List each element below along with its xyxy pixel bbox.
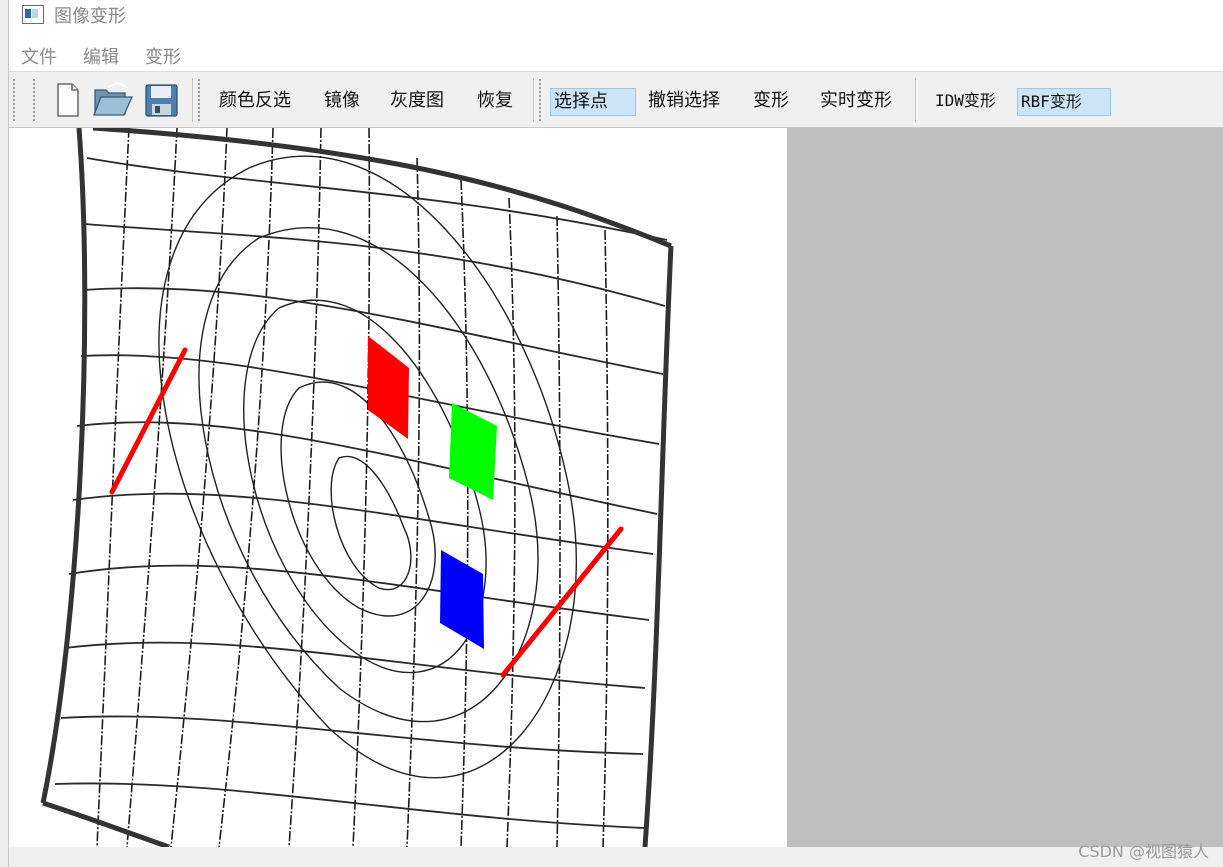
mirror-button[interactable]: 镜像	[321, 88, 363, 114]
menu-warp[interactable]: 变形	[145, 43, 181, 69]
invert-color-button[interactable]: 颜色反选	[216, 88, 294, 114]
grayscale-button[interactable]: 灰度图	[387, 88, 447, 114]
empty-view-area	[787, 128, 1223, 847]
idw-warp-button[interactable]: IDW变形	[932, 88, 999, 114]
toolbar-grip[interactable]	[539, 79, 541, 121]
title-bar: 图像变形	[9, 0, 1223, 32]
open-folder-icon[interactable]	[92, 80, 134, 120]
toolbar-separator	[533, 78, 535, 122]
new-file-icon[interactable]	[47, 80, 87, 120]
warp-button[interactable]: 变形	[750, 88, 792, 114]
rbf-warp-button[interactable]: RBF变形	[1017, 88, 1111, 116]
realtime-warp-button[interactable]: 实时变形	[817, 88, 895, 114]
toolbar-grip[interactable]	[33, 79, 35, 121]
toolbar-separator	[192, 78, 194, 122]
menu-bar: 文件 编辑 变形	[9, 38, 609, 68]
toolbar-grip[interactable]	[198, 79, 200, 121]
image-canvas[interactable]	[9, 128, 787, 847]
select-point-button[interactable]: 选择点	[550, 88, 636, 116]
status-bar	[9, 847, 1223, 867]
restore-button[interactable]: 恢复	[474, 88, 516, 114]
menu-edit[interactable]: 编辑	[83, 43, 119, 69]
toolbar-separator	[915, 78, 917, 122]
warped-grid-image	[40, 128, 674, 847]
undo-select-button[interactable]: 撤销选择	[645, 88, 723, 114]
window-title: 图像变形	[54, 6, 126, 27]
app-icon	[22, 5, 44, 24]
toolbar: 颜色反选 镜像 灰度图 恢复 选择点 撤销选择 变形 实时变形 IDW变形 RB…	[9, 71, 1223, 128]
menu-file[interactable]: 文件	[21, 43, 57, 69]
watermark: CSDN @视图猿人	[1078, 842, 1209, 861]
save-disk-icon[interactable]	[142, 80, 182, 120]
toolbar-grip[interactable]	[13, 79, 15, 121]
left-window-edge	[0, 0, 9, 867]
